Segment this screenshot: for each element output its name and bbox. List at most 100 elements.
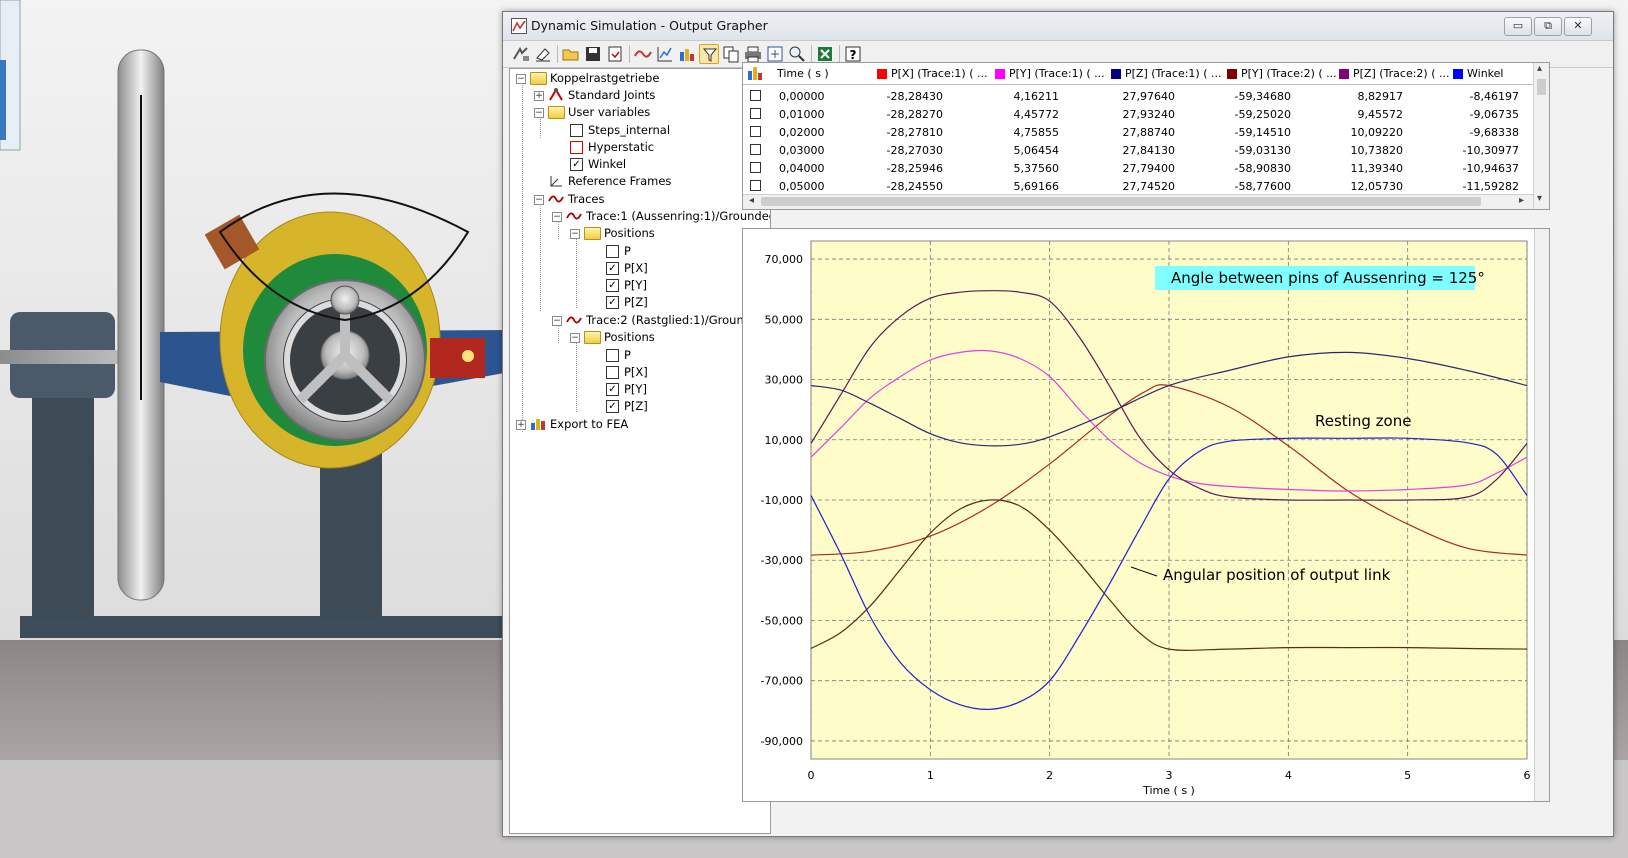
chart-vertical-scrollbar[interactable] xyxy=(1534,229,1549,801)
table-cell: -28,27810 xyxy=(886,126,943,139)
grid-header: Time ( s ) P[X] (Trace:1) ( ... P[Y] (Trac… xyxy=(743,63,1533,85)
table-row[interactable]: 0,01000 -28,28270 4,45772 27,93240 -59,25020… xyxy=(743,105,1533,123)
open-folder-icon[interactable] xyxy=(561,44,581,64)
row-checkbox[interactable] xyxy=(750,180,761,191)
row-checkbox[interactable] xyxy=(750,144,761,155)
table-cell: 0,01000 xyxy=(779,108,825,121)
minimize-button[interactable]: ▭ xyxy=(1504,17,1532,36)
x-tick-label: 5 xyxy=(1404,769,1411,782)
browser-tree[interactable]: − Koppelrastgetriebe + Standard Joints −… xyxy=(509,68,771,834)
column-header[interactable]: P[X] (Trace:1) ( ... xyxy=(891,67,988,80)
folder-icon xyxy=(548,106,565,119)
checkbox[interactable] xyxy=(570,141,583,154)
calc-icon[interactable] xyxy=(511,44,531,64)
checkbox-checked[interactable]: ✓ xyxy=(606,296,619,309)
zoom-icon[interactable] xyxy=(787,44,807,64)
row-checkbox[interactable] xyxy=(750,90,761,101)
scroll-right-icon[interactable]: ▸ xyxy=(1519,195,1524,206)
column-header[interactable]: P[Y] (Trace:1) ( ... xyxy=(1009,67,1105,80)
column-header[interactable]: P[Y] (Trace:2) ( ... xyxy=(1241,67,1337,80)
toolbar-separator xyxy=(839,45,840,63)
series-color-swatch xyxy=(1339,69,1349,79)
trace-icon[interactable] xyxy=(633,44,653,64)
tree-connector xyxy=(558,220,559,239)
resting-zone-label: Resting zone xyxy=(1315,412,1411,430)
scroll-up-icon[interactable]: ▴ xyxy=(1537,63,1542,74)
close-button[interactable]: ✕ xyxy=(1564,17,1592,36)
series-color-swatch xyxy=(1453,69,1463,79)
checkbox-checked[interactable]: ✓ xyxy=(606,279,619,292)
table-cell: 5,69166 xyxy=(1013,180,1060,193)
vertical-scrollbar[interactable]: ▴ ▾ xyxy=(1533,63,1549,209)
column-header[interactable]: P[Z] (Trace:1) ( ... xyxy=(1125,67,1222,80)
scroll-thumb[interactable] xyxy=(761,197,1481,206)
scroll-thumb[interactable] xyxy=(1537,79,1546,95)
window-title: Dynamic Simulation - Output Grapher xyxy=(531,18,768,33)
zoom-fit-icon[interactable] xyxy=(765,44,785,64)
table-row[interactable]: 0,00000 -28,28430 4,16211 27,97640 -59,34680… xyxy=(743,87,1533,105)
eraser-icon[interactable] xyxy=(533,44,553,64)
checkbox-checked[interactable]: ✓ xyxy=(606,383,619,396)
checkbox[interactable] xyxy=(570,124,583,137)
checkbox-checked[interactable]: ✓ xyxy=(606,262,619,275)
checkbox-checked[interactable]: ✓ xyxy=(570,158,583,171)
tree-connector xyxy=(576,238,577,308)
save-as-icon[interactable] xyxy=(605,44,625,64)
reference-frame-icon xyxy=(550,176,562,187)
table-cell: -9,68338 xyxy=(1469,126,1519,139)
table-cell: 27,79400 xyxy=(1122,162,1176,175)
y-tick-label: 10,000 xyxy=(765,434,804,447)
column-header[interactable]: P[Z] (Trace:2) ( ... xyxy=(1353,67,1450,80)
chart-panel[interactable]: 70,000 50,000 30,000 10,000 -10,000 -30,000 -5… xyxy=(742,228,1550,802)
svg-text:?: ? xyxy=(850,48,857,62)
scroll-down-icon[interactable]: ▾ xyxy=(1537,193,1542,204)
grid-corner-icon[interactable] xyxy=(747,65,763,81)
restore-button[interactable]: ⧉ xyxy=(1534,17,1562,36)
trace-icon xyxy=(566,212,582,220)
table-row[interactable]: 0,05000 -28,24550 5,69166 27,74520 -58,77600… xyxy=(743,177,1533,195)
folder-icon xyxy=(584,227,601,240)
y-tick-label: 30,000 xyxy=(765,374,804,387)
series-color-swatch xyxy=(1227,69,1237,79)
filter-icon[interactable] xyxy=(699,44,719,64)
excel-icon[interactable] xyxy=(815,44,835,64)
y-tick-label: 50,000 xyxy=(765,313,804,326)
copy-icon[interactable] xyxy=(721,44,741,64)
print-icon[interactable] xyxy=(743,44,763,64)
table-row[interactable]: 0,02000 -28,27810 4,75855 27,88740 -59,14510… xyxy=(743,123,1533,141)
table-cell: 27,84130 xyxy=(1122,144,1176,157)
table-cell: 4,16211 xyxy=(1013,90,1060,103)
row-checkbox[interactable] xyxy=(750,108,761,119)
row-checkbox[interactable] xyxy=(750,126,761,137)
y-tick-label: -50,000 xyxy=(761,614,803,627)
column-header[interactable]: Time ( s ) xyxy=(777,67,829,80)
table-cell: -28,25946 xyxy=(886,162,943,175)
checkbox-checked[interactable]: ✓ xyxy=(606,400,619,413)
checkbox[interactable] xyxy=(606,245,619,258)
scroll-left-icon[interactable]: ◂ xyxy=(749,195,754,206)
table-cell: -58,77600 xyxy=(1234,180,1291,193)
table-cell: -59,25020 xyxy=(1234,108,1291,121)
row-checkbox[interactable] xyxy=(750,162,761,173)
table-cell: 5,06454 xyxy=(1013,144,1060,157)
checkbox[interactable] xyxy=(606,349,619,362)
table-cell: 4,75855 xyxy=(1013,126,1060,139)
help-icon[interactable]: ? xyxy=(843,44,863,64)
output-link-label: Angular position of output link xyxy=(1163,566,1391,584)
line-chart[interactable]: 70,000 50,000 30,000 10,000 -10,000 -30,000 -5… xyxy=(743,229,1549,801)
table-cell: -10,94637 xyxy=(1462,162,1519,175)
table-cell: 12,05730 xyxy=(1350,180,1404,193)
chart-icon[interactable] xyxy=(655,44,675,64)
table-cell: -10,30977 xyxy=(1462,144,1519,157)
table-row[interactable]: 0,03000 -28,27030 5,06454 27,84130 -59,03130… xyxy=(743,141,1533,159)
table-cell: 5,37560 xyxy=(1013,162,1060,175)
table-row[interactable]: 0,04000 -28,25946 5,37560 27,79400 -58,90830… xyxy=(743,159,1533,177)
table-cell: 9,45572 xyxy=(1357,108,1404,121)
column-header[interactable]: Winkel xyxy=(1467,67,1503,80)
export-chart-icon[interactable] xyxy=(677,44,697,64)
checkbox[interactable] xyxy=(606,366,619,379)
save-icon[interactable] xyxy=(583,44,603,64)
horizontal-scrollbar[interactable]: ◂ ▸ xyxy=(743,194,1533,209)
title-bar[interactable]: Dynamic Simulation - Output Grapher ▭ ⧉ … xyxy=(503,12,1613,41)
results-grid[interactable]: Time ( s ) P[X] (Trace:1) ( ... P[Y] (Trac… xyxy=(742,62,1550,210)
